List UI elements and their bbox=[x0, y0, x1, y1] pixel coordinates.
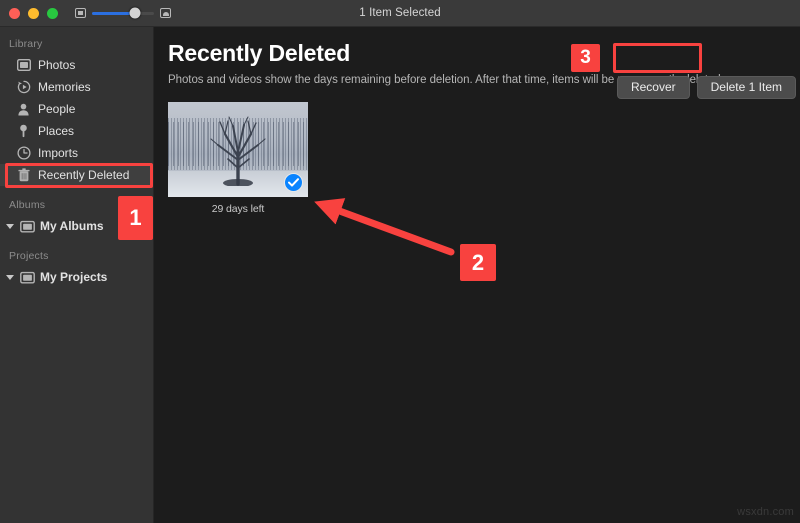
traffic-lights bbox=[0, 7, 58, 19]
main-content: Recently Deleted Photos and videos show … bbox=[154, 27, 800, 523]
people-icon bbox=[16, 102, 31, 117]
sidebar-item-recently-deleted[interactable]: Recently Deleted bbox=[0, 164, 153, 186]
folder-icon bbox=[20, 270, 35, 285]
sidebar-group-projects-label: Projects bbox=[9, 250, 49, 262]
sidebar-item-photos[interactable]: Photos bbox=[0, 54, 153, 76]
small-thumbnail-icon bbox=[75, 8, 86, 18]
sidebar-item-places[interactable]: Places bbox=[0, 120, 153, 142]
sidebar-item-imports[interactable]: Imports bbox=[0, 142, 153, 164]
maximize-button[interactable] bbox=[47, 7, 58, 19]
zoom-slider-control[interactable] bbox=[75, 7, 171, 19]
sidebar-group-albums-label: Albums bbox=[9, 199, 46, 211]
sidebar: Library Photos Memories People Places Im… bbox=[0, 27, 154, 523]
sidebar-item-label: Imports bbox=[38, 146, 79, 160]
action-buttons: Recover Delete 1 Item bbox=[616, 76, 796, 99]
folder-icon bbox=[20, 219, 35, 234]
imports-clock-icon bbox=[16, 146, 31, 161]
minimize-button[interactable] bbox=[28, 7, 39, 19]
recover-button[interactable]: Recover bbox=[616, 76, 690, 99]
sidebar-item-people[interactable]: People bbox=[0, 98, 153, 120]
sidebar-item-label: Photos bbox=[38, 58, 76, 72]
sidebar-item-label: Recently Deleted bbox=[38, 168, 130, 182]
window-body: Library Photos Memories People Places Im… bbox=[0, 27, 800, 523]
page-title: Recently Deleted bbox=[168, 40, 351, 66]
sidebar-item-label: My Projects bbox=[40, 270, 108, 284]
photo-cell[interactable]: 29 days left bbox=[168, 102, 308, 215]
large-thumbnail-icon bbox=[160, 8, 171, 18]
photo-tree bbox=[201, 112, 275, 187]
photos-icon bbox=[16, 58, 31, 73]
zoom-slider-knob[interactable] bbox=[129, 7, 141, 19]
sidebar-item-label: Places bbox=[38, 124, 75, 138]
chevron-down-icon[interactable] bbox=[6, 274, 14, 280]
sidebar-item-memories[interactable]: Memories bbox=[0, 76, 153, 98]
watermark: wsxdn.com bbox=[737, 506, 794, 518]
memories-icon bbox=[16, 80, 31, 95]
sidebar-item-label: People bbox=[38, 102, 76, 116]
sidebar-group-library-label: Library bbox=[9, 38, 43, 50]
photo-thumbnail[interactable] bbox=[168, 102, 308, 197]
chevron-down-icon[interactable] bbox=[6, 223, 14, 229]
sidebar-item-label: My Albums bbox=[40, 219, 104, 233]
sidebar-item-my-projects[interactable]: My Projects bbox=[0, 266, 153, 288]
photo-selected-checkmark[interactable] bbox=[284, 173, 303, 192]
photo-caption: 29 days left bbox=[211, 203, 265, 215]
sidebar-item-label: Memories bbox=[38, 80, 91, 94]
close-button[interactable] bbox=[9, 7, 20, 19]
title-bar: 1 Item Selected bbox=[0, 0, 800, 27]
places-pin-icon bbox=[16, 124, 31, 139]
sidebar-item-my-albums[interactable]: My Albums bbox=[0, 215, 153, 237]
photo-grid: 29 days left bbox=[168, 102, 800, 215]
photos-app-window: 1 Item Selected Library Photos Memories … bbox=[0, 0, 800, 523]
delete-button[interactable]: Delete 1 Item bbox=[696, 76, 796, 99]
zoom-slider-track[interactable] bbox=[92, 7, 154, 19]
trash-icon bbox=[16, 168, 31, 183]
